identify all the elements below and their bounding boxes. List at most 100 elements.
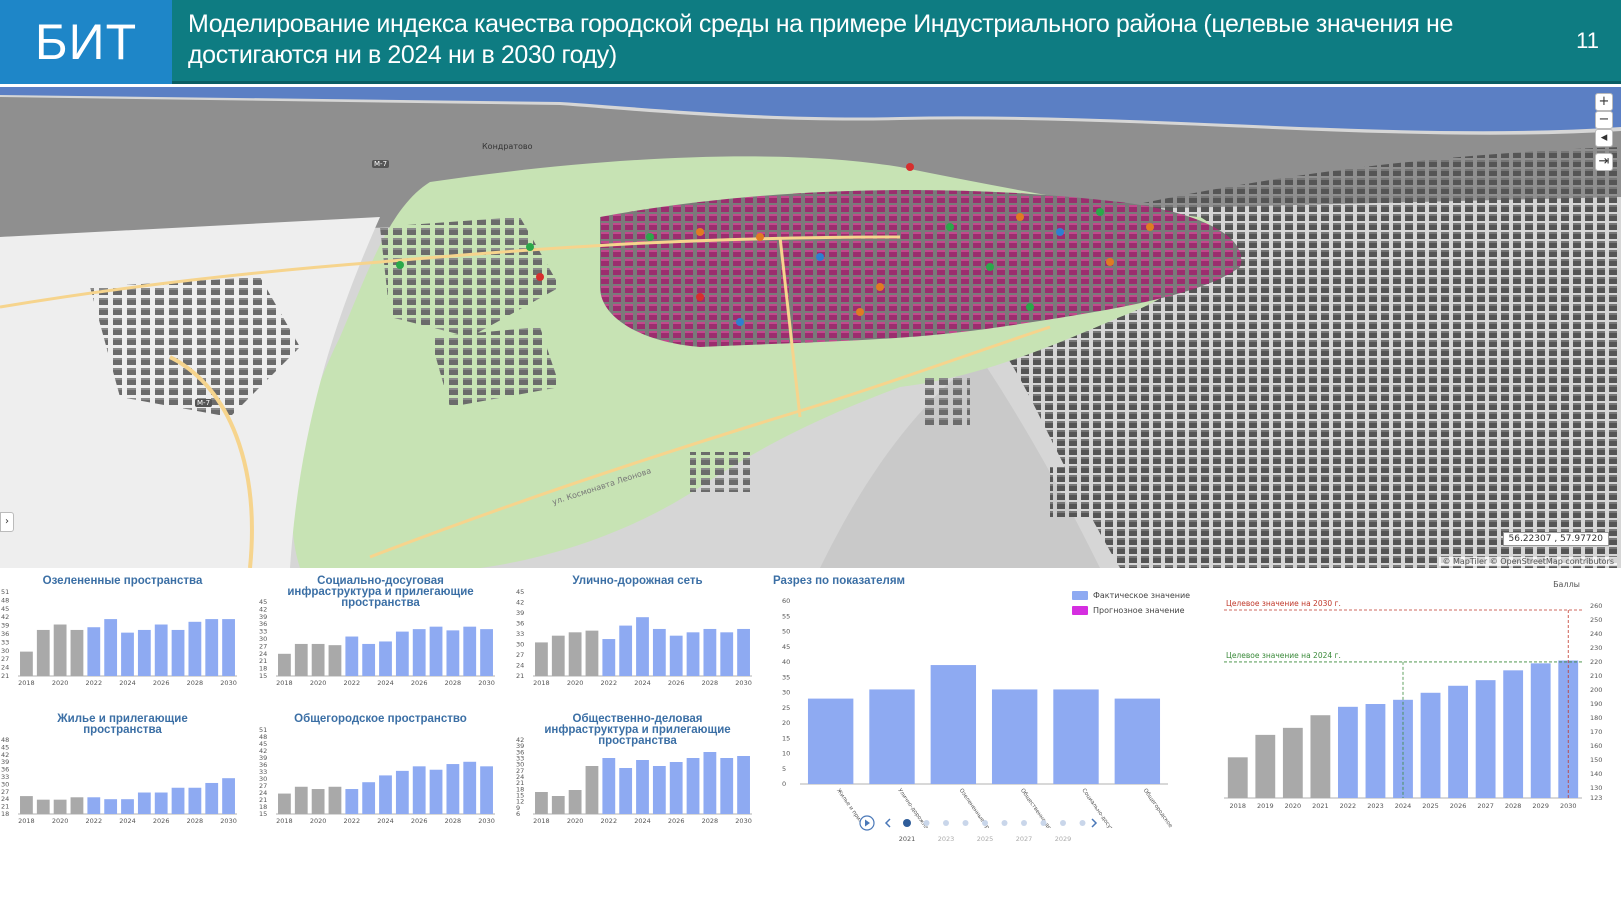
x-tick-label: 2018 bbox=[276, 817, 293, 825]
zoom-out-button[interactable]: − bbox=[1595, 111, 1613, 129]
y-tick-label: 170 bbox=[1590, 728, 1602, 736]
next-arrow-icon[interactable] bbox=[1091, 818, 1098, 828]
y-tick-label: 33 bbox=[1, 638, 9, 646]
x-tick-label: 2025 bbox=[1422, 802, 1439, 810]
indicator-chart: Жилье и прилегающие пространства 48 45 42 39… bbox=[0, 706, 245, 841]
bar bbox=[121, 632, 134, 676]
x-tick-label: 2021 bbox=[1312, 802, 1329, 810]
compass-icon[interactable]: ◂ bbox=[1595, 129, 1613, 147]
x-tick-label: 2030 bbox=[478, 817, 495, 825]
bar bbox=[104, 799, 118, 814]
timeline-step[interactable] bbox=[1021, 820, 1027, 826]
bar bbox=[53, 624, 67, 676]
x-tick-label: 2024 bbox=[119, 817, 136, 825]
map-3d-view[interactable]: Кондратово M-7 M-7 ул. Космонавта Леонов… bbox=[0, 87, 1621, 568]
y-tick-label: 250 bbox=[1590, 616, 1602, 624]
logo: БИТ bbox=[0, 0, 172, 84]
y-tick-label: 140 bbox=[1590, 770, 1602, 778]
x-tick-label: 2026 bbox=[153, 817, 170, 825]
y-tick-label: 260 bbox=[1590, 602, 1602, 610]
y-tick-label: 24 bbox=[1, 664, 9, 672]
x-tick-label: 2028 bbox=[445, 679, 462, 687]
bar bbox=[70, 797, 84, 814]
timeline-step[interactable] bbox=[923, 820, 930, 826]
bar bbox=[463, 626, 477, 676]
timeline-step[interactable] bbox=[962, 820, 969, 826]
bar bbox=[652, 766, 666, 814]
timeline-step[interactable] bbox=[903, 819, 911, 827]
bar bbox=[568, 790, 582, 814]
x-tick-label: 2026 bbox=[668, 679, 685, 687]
bar bbox=[188, 621, 202, 676]
bar bbox=[412, 766, 426, 814]
bar bbox=[480, 766, 493, 814]
timeline-step[interactable] bbox=[982, 820, 988, 826]
bar bbox=[121, 799, 134, 814]
bar bbox=[686, 632, 700, 676]
bar bbox=[311, 643, 325, 676]
y-tick-label: 123 bbox=[1590, 794, 1602, 802]
x-tick-label: 2022 bbox=[1340, 802, 1357, 810]
timeline-step[interactable] bbox=[1040, 820, 1047, 826]
export-icon[interactable]: ⇥ bbox=[1595, 153, 1613, 171]
x-tick-label: 2018 bbox=[533, 817, 550, 825]
x-tick-label: 2029 bbox=[1532, 802, 1549, 810]
y-tick-label: 48 bbox=[1, 596, 9, 604]
x-tick-label: 2030 bbox=[735, 679, 752, 687]
x-tick-label: 2018 bbox=[18, 679, 35, 687]
y-tick-label: 45 bbox=[1, 605, 9, 613]
x-tick-label: 2018 bbox=[18, 817, 35, 825]
bar bbox=[463, 761, 477, 814]
map-coordinates: 56.22307 , 57.97720 bbox=[1502, 532, 1609, 546]
prev-arrow-icon[interactable] bbox=[884, 818, 891, 828]
x-tick-label: 2022 bbox=[601, 679, 618, 687]
zoom-in-button[interactable]: + bbox=[1595, 93, 1613, 111]
timeline-step[interactable] bbox=[1060, 820, 1066, 826]
x-tick-label: 2020 bbox=[1285, 802, 1302, 810]
bar bbox=[535, 642, 548, 676]
x-tick-label: 2022 bbox=[86, 817, 103, 825]
y-tick-label: 51 bbox=[1, 588, 9, 596]
timeline-step[interactable] bbox=[1079, 820, 1086, 826]
y-tick-label: 39 bbox=[516, 609, 524, 617]
bar bbox=[1310, 715, 1331, 798]
y-tick-label: 24 bbox=[516, 662, 524, 670]
logo-text: БИТ bbox=[34, 14, 138, 70]
indicator-chart-plot: 45 42 39 36 33 30 27 24 21 2018 2020 2022 2024 2026 20… bbox=[516, 588, 752, 687]
x-tick-label: 2030 bbox=[220, 817, 237, 825]
bar bbox=[720, 758, 734, 814]
map-attribution[interactable]: © MapTiler © OpenStreetMap contributors bbox=[1439, 557, 1617, 566]
map-label-kondratovo: Кондратово bbox=[482, 142, 533, 151]
timeline-step[interactable] bbox=[1001, 820, 1008, 826]
bar bbox=[602, 639, 616, 676]
bar bbox=[188, 787, 202, 814]
bar bbox=[379, 775, 392, 814]
x-tick-label: 2028 bbox=[445, 817, 462, 825]
x-tick-label: 2024 bbox=[377, 817, 394, 825]
bar bbox=[36, 799, 50, 814]
bar bbox=[703, 752, 717, 814]
x-tick-label: 2020 bbox=[567, 679, 584, 687]
bar bbox=[703, 628, 717, 676]
map-canvas[interactable] bbox=[0, 87, 1621, 568]
x-tick-label: 2023 bbox=[1367, 802, 1384, 810]
bar bbox=[1114, 698, 1161, 784]
y-tick-label: 30 bbox=[1, 647, 9, 655]
y-tick-label: 0 bbox=[782, 780, 786, 788]
bar bbox=[222, 778, 235, 814]
year-player[interactable]: 2021 2023 2025 2027 2029 bbox=[855, 811, 1115, 845]
bar bbox=[669, 762, 683, 814]
bar bbox=[222, 619, 235, 676]
panel-toggle-button[interactable]: › bbox=[0, 512, 14, 532]
bar bbox=[652, 628, 666, 676]
bar bbox=[669, 635, 683, 676]
bar bbox=[395, 631, 409, 676]
bar bbox=[602, 758, 616, 814]
y-tick-label: 21 bbox=[516, 672, 524, 680]
y-tick-label: 10 bbox=[782, 750, 790, 758]
timeline-step[interactable] bbox=[943, 820, 949, 826]
x-tick-label: 2022 bbox=[86, 679, 103, 687]
bar bbox=[446, 764, 460, 814]
y-tick-label: 15 bbox=[259, 810, 267, 818]
unit-label: Баллы bbox=[1553, 580, 1580, 589]
